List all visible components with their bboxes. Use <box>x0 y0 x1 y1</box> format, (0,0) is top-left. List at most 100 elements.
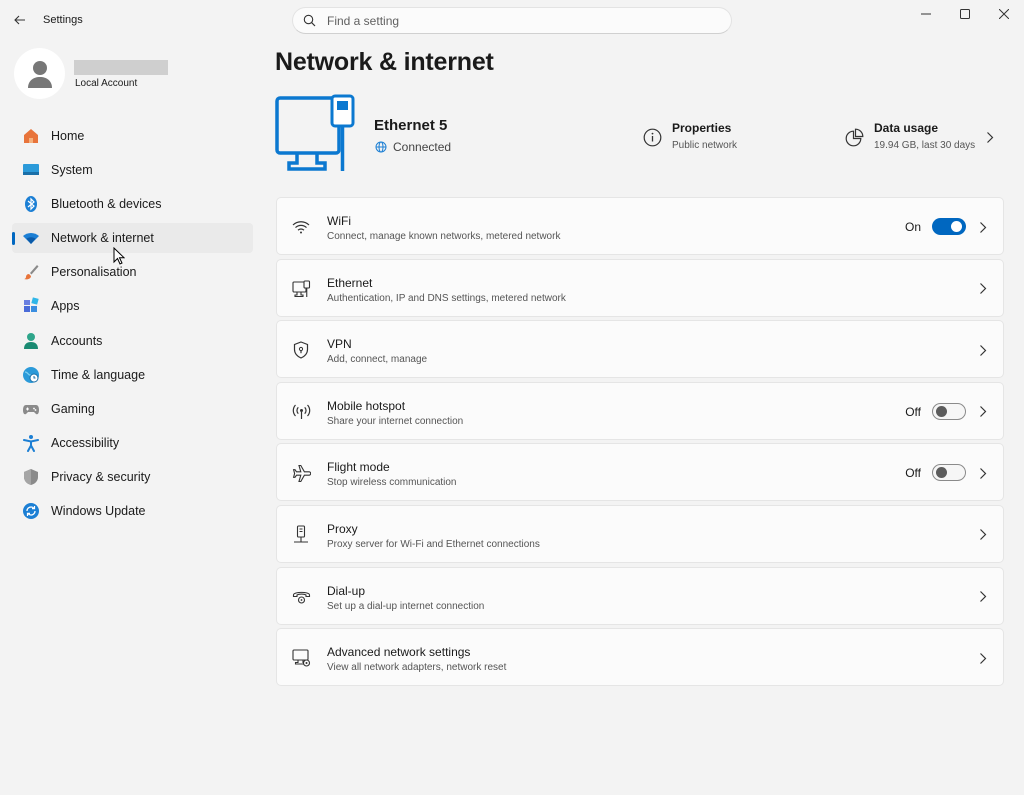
sidebar-item-home[interactable]: Home <box>12 121 253 151</box>
card-flight-mode[interactable]: Flight mode Stop wireless communication … <box>276 443 1004 502</box>
sidebar-item-label: Accounts <box>51 333 103 348</box>
adapter-name: Ethernet 5 <box>374 117 448 134</box>
data-usage-link[interactable]: Data usage 19.94 GB, last 30 days <box>845 121 975 151</box>
sidebar-item-personalisation[interactable]: Personalisation <box>12 257 253 287</box>
back-arrow-icon <box>14 15 25 25</box>
card-description: Stop wireless communication <box>327 477 457 489</box>
toggle-knob <box>951 221 962 232</box>
proxy-icon <box>291 525 311 545</box>
globe-clock-icon <box>22 366 40 384</box>
sidebar-item-label: Windows Update <box>51 504 146 519</box>
update-icon <box>22 502 40 520</box>
home-icon <box>22 127 40 145</box>
card-description: Set up a dial-up internet connection <box>327 600 485 612</box>
sidebar-item-gaming[interactable]: Gaming <box>12 394 253 424</box>
chevron-right-icon[interactable] <box>986 131 994 144</box>
shield-icon <box>22 468 40 486</box>
wifi-icon <box>291 217 311 237</box>
maximize-icon <box>960 9 970 19</box>
user-profile[interactable]: Local Account <box>14 48 254 102</box>
card-vpn[interactable]: VPN Add, connect, manage <box>276 320 1004 379</box>
chevron-right-icon <box>977 343 989 357</box>
accounts-icon <box>22 332 40 350</box>
sidebar-item-privacy[interactable]: Privacy & security <box>12 462 253 492</box>
close-icon <box>999 9 1009 19</box>
info-icon <box>643 128 663 148</box>
card-title: WiFi <box>327 214 351 228</box>
sidebar-item-label: Privacy & security <box>51 469 151 484</box>
page-title: Network & internet <box>275 48 494 76</box>
settings-list: WiFi Connect, manage known networks, met… <box>276 197 1004 690</box>
airplane-icon <box>291 463 311 483</box>
sidebar-item-apps[interactable]: Apps <box>12 291 253 321</box>
sidebar-item-network[interactable]: Network & internet <box>12 223 253 254</box>
chevron-right-icon <box>977 282 989 296</box>
brush-icon <box>22 263 40 281</box>
toggle-state-label: Off <box>905 466 921 481</box>
close-button[interactable] <box>984 0 1024 28</box>
search-box[interactable] <box>292 7 732 34</box>
toggle-state-label: Off <box>905 404 921 419</box>
properties-subtitle: Public network <box>672 140 738 151</box>
chevron-right-icon <box>977 590 989 604</box>
toggle-knob <box>936 405 947 417</box>
globe-icon <box>375 141 387 153</box>
card-title: Ethernet <box>327 275 373 290</box>
sidebar-item-label: System <box>51 163 93 178</box>
adapter-status: Connected <box>375 140 451 154</box>
toggle-knob <box>936 467 947 479</box>
back-button[interactable] <box>10 11 30 29</box>
chevron-right-icon <box>977 466 989 480</box>
card-title: Flight mode <box>327 460 390 475</box>
minimize-button[interactable] <box>906 0 946 28</box>
sidebar-item-label: Bluetooth & devices <box>51 197 162 212</box>
card-dial-up[interactable]: Dial-up Set up a dial-up internet connec… <box>276 566 1004 625</box>
sidebar-item-label: Accessibility <box>51 435 120 450</box>
pie-chart-icon <box>845 128 865 148</box>
mobile-hotspot-toggle[interactable] <box>932 402 966 420</box>
properties-link[interactable]: Properties Public network <box>643 121 737 151</box>
bluetooth-icon <box>22 195 40 213</box>
ethernet-pc-icon <box>275 94 355 171</box>
accessibility-icon <box>22 434 40 452</box>
maximize-button[interactable] <box>945 0 985 28</box>
flight-mode-toggle[interactable] <box>932 464 966 482</box>
dialup-icon <box>291 587 311 607</box>
ethernet-icon <box>291 279 311 299</box>
card-description: Share your internet connection <box>327 415 464 427</box>
card-description: Authentication, IP and DNS settings, met… <box>327 292 566 304</box>
card-title: Proxy <box>327 521 358 536</box>
sidebar-item-windows-update[interactable]: Windows Update <box>12 496 253 526</box>
card-ethernet[interactable]: Ethernet Authentication, IP and DNS sett… <box>276 258 1004 317</box>
gamepad-icon <box>22 400 40 418</box>
chevron-right-icon <box>977 651 989 665</box>
avatar <box>14 48 65 99</box>
card-advanced-network-settings[interactable]: Advanced network settings View all netwo… <box>276 628 1004 687</box>
vpn-shield-icon <box>291 340 311 360</box>
card-description: Proxy server for Wi-Fi and Ethernet conn… <box>327 538 540 550</box>
wifi-toggle[interactable] <box>932 218 966 235</box>
card-mobile-hotspot[interactable]: Mobile hotspot Share your internet conne… <box>276 381 1004 440</box>
card-title: VPN <box>327 337 352 352</box>
sidebar-item-bluetooth[interactable]: Bluetooth & devices <box>12 189 253 219</box>
sidebar-item-accessibility[interactable]: Accessibility <box>12 428 253 458</box>
chevron-right-icon <box>977 405 989 419</box>
data-usage-title: Data usage <box>874 121 939 135</box>
sidebar-item-time-language[interactable]: Time & language <box>12 360 253 390</box>
search-input[interactable] <box>327 13 707 28</box>
card-wifi[interactable]: WiFi Connect, manage known networks, met… <box>276 197 1004 255</box>
search-icon <box>303 14 317 28</box>
card-description: Connect, manage known networks, metered … <box>327 231 561 242</box>
user-avatar-icon <box>27 60 52 88</box>
chevron-right-icon <box>977 220 989 234</box>
sidebar-nav: Home System Bluetooth & devices Network … <box>12 121 253 530</box>
sidebar-item-system[interactable]: System <box>12 155 253 185</box>
chevron-right-icon <box>977 528 989 542</box>
card-title: Advanced network settings <box>327 645 471 660</box>
account-type: Local Account <box>75 78 138 89</box>
user-name-redacted <box>74 60 168 75</box>
app-title: Settings <box>43 14 83 26</box>
sidebar-item-label: Personalisation <box>51 265 137 280</box>
card-proxy[interactable]: Proxy Proxy server for Wi-Fi and Etherne… <box>276 504 1004 563</box>
sidebar-item-accounts[interactable]: Accounts <box>12 326 253 356</box>
